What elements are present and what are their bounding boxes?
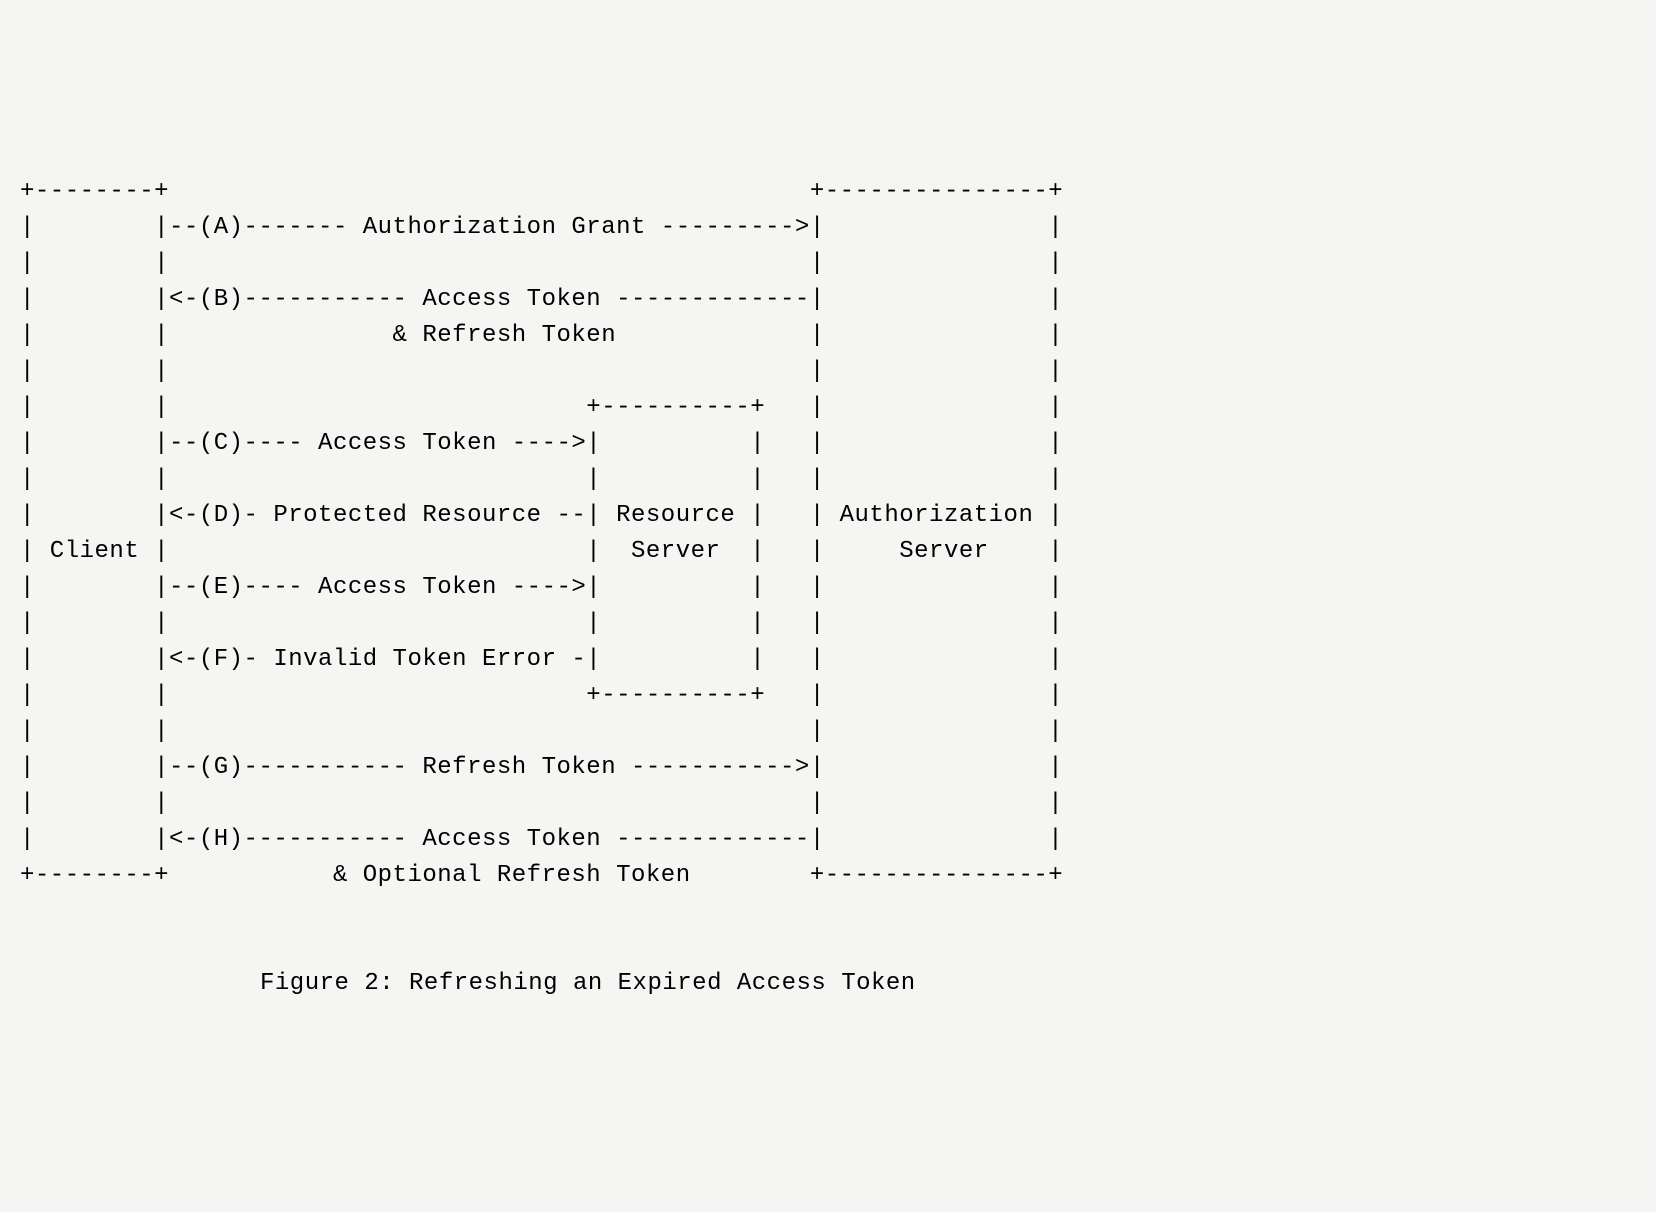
diagram-line: +--------+ & Optional Refresh Token +---…	[20, 862, 1063, 889]
diagram-line: | |--(G)----------- Refresh Token ------…	[20, 754, 1063, 781]
diagram-line: | |--(A)------- Authorization Grant ----…	[20, 214, 1063, 241]
diagram-line: | | +----------+ | |	[20, 682, 1063, 709]
diagram-line: | |<-(F)- Invalid Token Error -| | | |	[20, 646, 1063, 673]
diagram-line: | | & Refresh Token | |	[20, 322, 1063, 349]
ascii-flow-diagram: +--------+ +---------------+ | |--(A)---…	[20, 174, 1636, 894]
diagram-line: | | | |	[20, 358, 1063, 385]
figure-caption: Figure 2: Refreshing an Expired Access T…	[20, 966, 1636, 1002]
diagram-line: | | | | | |	[20, 466, 1063, 493]
diagram-line: | |<-(H)----------- Access Token -------…	[20, 826, 1063, 853]
diagram-line: | |<-(D)- Protected Resource --| Resourc…	[20, 502, 1063, 529]
diagram-line: | Client | | Server | | Server |	[20, 538, 1063, 565]
diagram-line: | | | |	[20, 250, 1063, 277]
diagram-line: | | +----------+ | |	[20, 394, 1063, 421]
diagram-line: | | | | | |	[20, 610, 1063, 637]
diagram-line: | | | |	[20, 718, 1063, 745]
diagram-line: | | | |	[20, 790, 1063, 817]
diagram-line: | |--(E)---- Access Token ---->| | | |	[20, 574, 1063, 601]
diagram-line: | |<-(B)----------- Access Token -------…	[20, 286, 1063, 313]
diagram-line: +--------+ +---------------+	[20, 178, 1063, 205]
diagram-line: | |--(C)---- Access Token ---->| | | |	[20, 430, 1063, 457]
